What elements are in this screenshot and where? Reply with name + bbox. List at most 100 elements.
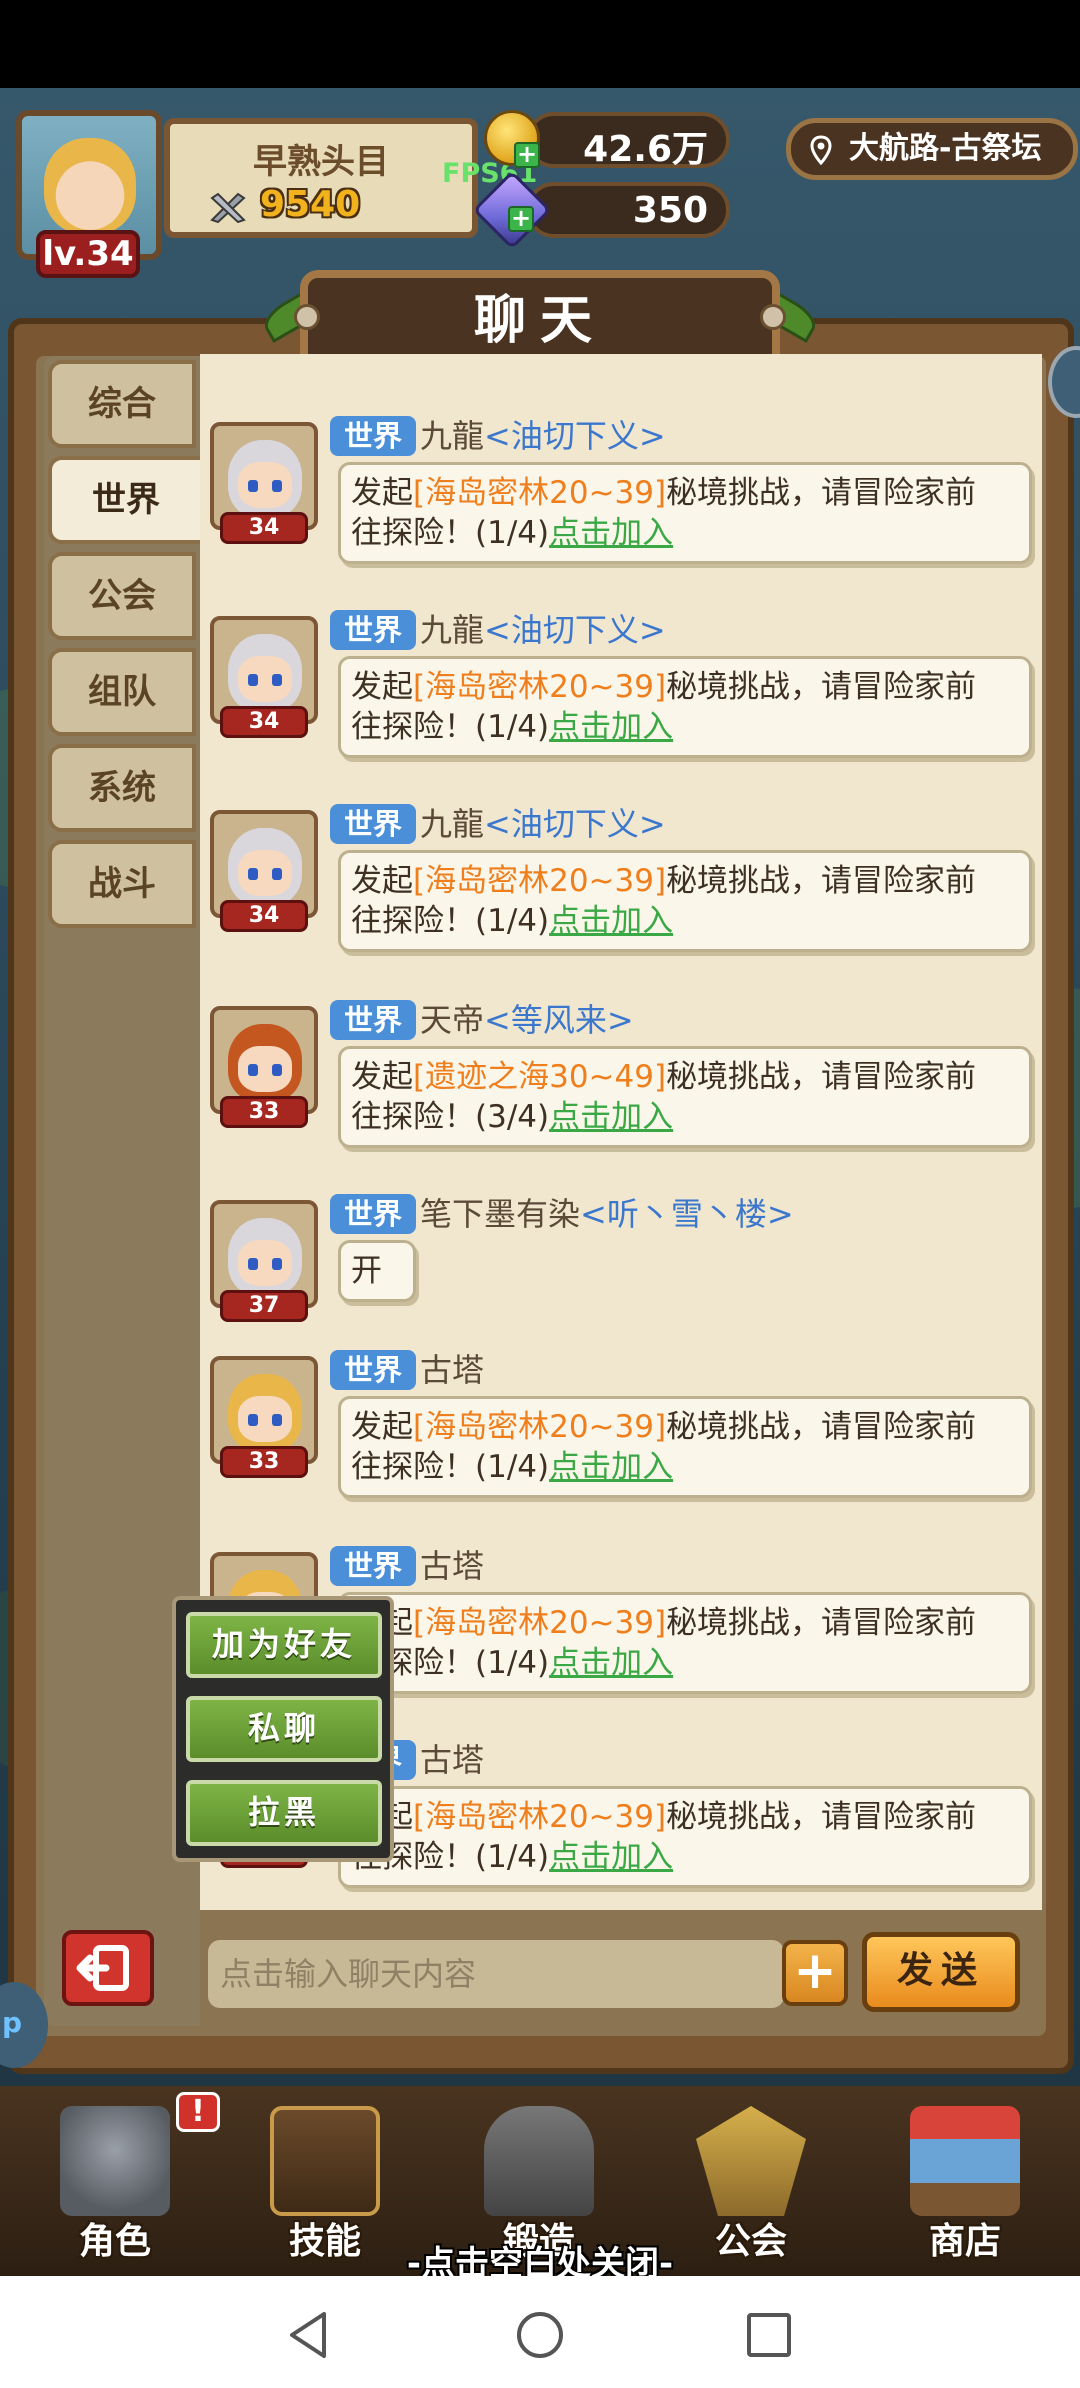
join-link[interactable]: 点击加入 — [549, 1099, 673, 1135]
join-link[interactable]: 点击加入 — [549, 1645, 673, 1681]
join-link[interactable]: 点击加入 — [549, 1839, 673, 1875]
dungeon-name: [海岛密林20~39] — [413, 1605, 667, 1641]
avatar-face — [238, 1240, 292, 1286]
sender-name: 古塔 — [420, 1741, 485, 1779]
location-name: 大航路-古祭坛 — [849, 131, 1042, 166]
helmet-icon — [60, 2106, 170, 2216]
sender-line[interactable]: 九龍<油切下义> — [420, 804, 666, 844]
gold-bar: 42.6万 — [526, 112, 730, 170]
shop-icon — [910, 2106, 1020, 2216]
message-line-1: 发起[海岛密林20~39]秘境挑战，请冒险家前 — [351, 1797, 1019, 1837]
join-link[interactable]: 点击加入 — [549, 1449, 673, 1485]
avatar-eye — [272, 1414, 282, 1426]
message-line-2: 往探险！(1/4)点击加入 — [351, 1447, 1019, 1487]
join-link[interactable]: 点击加入 — [549, 709, 673, 745]
message-text: 往探险！(3/4) — [351, 1099, 550, 1135]
channel-tag: 世界 — [330, 804, 416, 844]
message-line-1: 发起[海岛密林20~39]秘境挑战，请冒险家前 — [351, 1603, 1019, 1643]
block-button[interactable]: 拉黑 — [186, 1780, 382, 1846]
tab-battle[interactable]: 战斗 — [48, 840, 196, 928]
avatar-face — [238, 656, 292, 702]
message-text: 秘境挑战，请冒险家前 — [666, 863, 977, 899]
add-friend-button[interactable]: 加为好友 — [186, 1612, 382, 1678]
channel-tag: 世界 — [330, 1000, 416, 1040]
message-text: 秘境挑战，请冒险家前 — [666, 475, 977, 511]
message-bubble: 发起[海岛密林20~39]秘境挑战，请冒险家前往探险！(1/4)点击加入 — [338, 656, 1032, 758]
message-text: 发起 — [351, 863, 413, 899]
send-button[interactable]: 发送 — [862, 1932, 1020, 2012]
dungeon-name: [海岛密林20~39] — [413, 1409, 667, 1445]
chat-input-field[interactable] — [208, 1940, 784, 2008]
avatar-eye — [272, 868, 282, 880]
dungeon-name: [海岛密林20~39] — [413, 1799, 667, 1835]
sender-line[interactable]: 笔下墨有染<听丶雪丶楼> — [420, 1194, 794, 1234]
channel-tag: 世界 — [330, 610, 416, 650]
sender-name: 古塔 — [420, 1351, 485, 1389]
gold-amount: 42.6万 — [583, 129, 708, 170]
avatar-eye — [248, 1258, 258, 1270]
tab-general[interactable]: 综合 — [48, 360, 196, 448]
alert-badge: ! — [176, 2092, 220, 2132]
sender-line[interactable]: 古塔 — [420, 1740, 484, 1780]
message-bubble: 发起[海岛密林20~39]秘境挑战，请冒险家前往探险！(1/4)点击加入 — [338, 1592, 1032, 1694]
dungeon-name: [遗迹之海30~49] — [413, 1059, 667, 1095]
gem-bar: 350 — [526, 182, 730, 238]
channel-tag: 世界 — [330, 1350, 416, 1390]
sender-line[interactable]: 九龍<油切下义> — [420, 610, 666, 650]
message-line-2: 往探险！(1/4)点击加入 — [351, 513, 1019, 553]
sender-name: 古塔 — [420, 1547, 485, 1585]
private-chat-button[interactable]: 私聊 — [186, 1696, 382, 1762]
sender-guild: <油切下义> — [484, 611, 666, 649]
avatar-face — [238, 1396, 292, 1442]
location-button[interactable]: 大航路-古祭坛 — [786, 118, 1078, 180]
sender-line[interactable]: 古塔 — [420, 1546, 484, 1586]
avatar-eye — [272, 480, 282, 492]
avatar-eye — [248, 1064, 258, 1076]
sender-level: 33 — [220, 1096, 308, 1128]
chat-title: 聊天 — [473, 291, 606, 351]
message-text: 开 — [351, 1253, 382, 1289]
sender-line[interactable]: 天帝<等风来> — [420, 1000, 634, 1040]
message-text: 秘境挑战，请冒险家前 — [666, 1409, 977, 1445]
sender-name: 笔下墨有染 — [420, 1195, 581, 1233]
sender-guild: <听丶雪丶楼> — [580, 1195, 794, 1233]
message-text: 发起 — [351, 1059, 413, 1095]
avatar-eye — [248, 480, 258, 492]
avatar-eye — [272, 674, 282, 686]
rivet-icon — [760, 304, 786, 330]
sender-guild: <油切下义> — [484, 417, 666, 455]
avatar-eye — [272, 1258, 282, 1270]
sender-line[interactable]: 九龍<油切下义> — [420, 416, 666, 456]
add-gold-button[interactable]: + — [514, 142, 540, 168]
sender-name: 九龍 — [420, 417, 485, 455]
message-text: 往探险！(1/4) — [351, 1449, 550, 1485]
avatar-eye — [248, 868, 258, 880]
home-icon[interactable] — [515, 2310, 565, 2360]
player-level: lv.34 — [36, 230, 140, 278]
join-link[interactable]: 点击加入 — [549, 515, 673, 551]
back-icon[interactable] — [284, 2310, 334, 2360]
add-gem-button[interactable]: + — [508, 206, 534, 232]
message-bubble: 发起[海岛密林20~39]秘境挑战，请冒险家前往探险！(1/4)点击加入 — [338, 462, 1032, 564]
message-line-1: 发起[海岛密林20~39]秘境挑战，请冒险家前 — [351, 1407, 1019, 1447]
tab-guild[interactable]: 公会 — [48, 552, 196, 640]
add-attachment-button[interactable]: + — [782, 1940, 848, 2006]
sender-line[interactable]: 古塔 — [420, 1350, 484, 1390]
sender-name: 九龍 — [420, 611, 485, 649]
message-line-2: 往探险！(1/4)点击加入 — [351, 707, 1019, 747]
recents-icon[interactable] — [744, 2310, 794, 2360]
player-context-menu: 加为好友 私聊 拉黑 — [172, 1596, 394, 1862]
tab-team[interactable]: 组队 — [48, 648, 196, 736]
tab-world[interactable]: 世界 — [48, 456, 204, 544]
player-info-panel: 早熟头目 9540 — [164, 118, 478, 238]
message-text: 往探险！(1/4) — [351, 903, 550, 939]
exit-button[interactable] — [62, 1930, 154, 2006]
message-line-2: 往探险！(1/4)点击加入 — [351, 901, 1019, 941]
message-bubble: 开 — [338, 1240, 416, 1302]
tab-system[interactable]: 系统 — [48, 744, 196, 832]
side-left-label: p — [2, 2006, 23, 2039]
message-bubble: 发起[遗迹之海30~49]秘境挑战，请冒险家前 往探险！(3/4)点击加入 — [338, 1046, 1032, 1148]
sender-level: 34 — [220, 900, 308, 932]
join-link[interactable]: 点击加入 — [549, 903, 673, 939]
message-line-2: 往探险！(1/4)点击加入 — [351, 1837, 1019, 1877]
